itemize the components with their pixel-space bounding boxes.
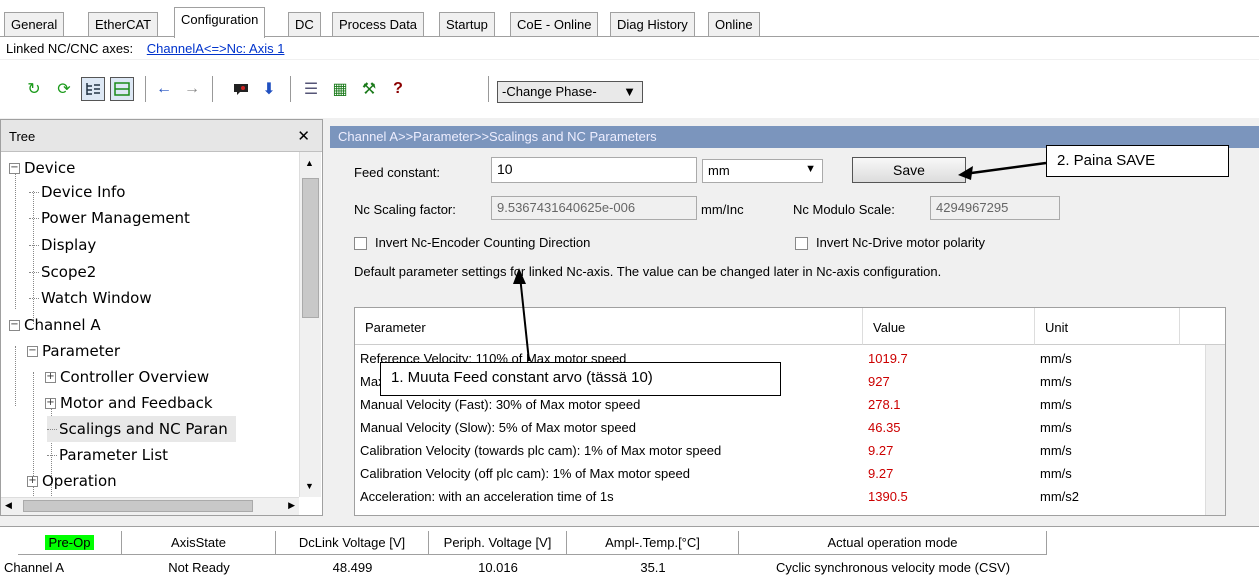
annotation-arrows	[513, 161, 1047, 362]
app-window: General EtherCAT Configuration DC Proces…	[0, 0, 1259, 587]
callout-step-1: 1. Muuta Feed constant arvo (tässä 10)	[380, 362, 781, 396]
callout-step-2: 2. Paina SAVE	[1046, 145, 1229, 177]
